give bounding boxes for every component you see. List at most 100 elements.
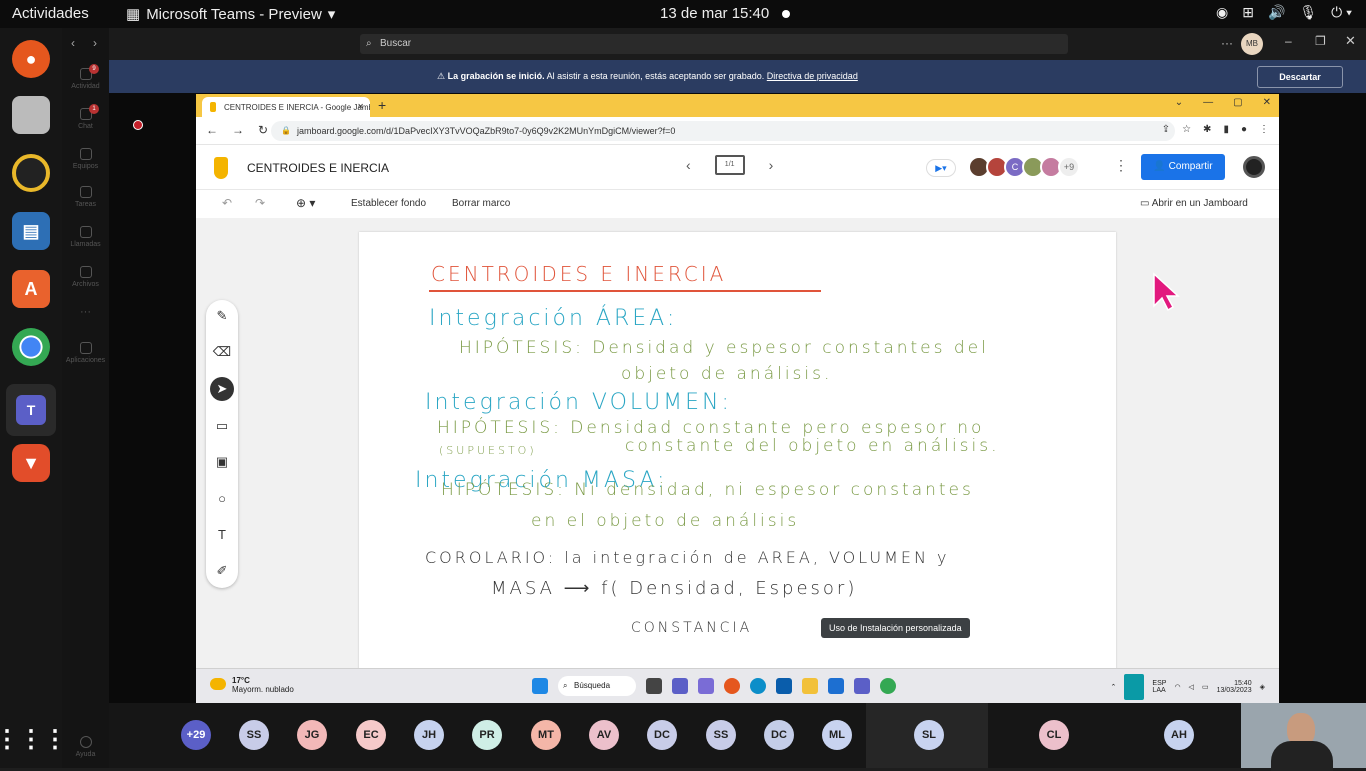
copilot-icon[interactable] <box>698 678 714 694</box>
frame-counter[interactable]: 1/1 <box>714 155 745 175</box>
mail-icon[interactable] <box>828 678 844 694</box>
volume-icon[interactable]: ◁ <box>1189 683 1194 691</box>
teams-dock-icon[interactable]: T <box>6 384 56 436</box>
rail-more[interactable]: ··· <box>62 306 109 318</box>
prev-frame-icon[interactable]: ‹ <box>686 157 691 173</box>
more-options-icon[interactable]: ⋮ <box>1114 157 1128 174</box>
image-icon[interactable]: ▣ <box>210 450 234 474</box>
participant-avatar[interactable]: AV <box>589 720 619 750</box>
clear-frame-button[interactable]: Borrar marco <box>452 198 510 209</box>
system-tray[interactable]: ◉ ⊞ 🔊 🎙 ⏻ ▾ <box>1216 4 1352 21</box>
jam-title[interactable]: CENTROIDES E INERCIA <box>247 161 389 175</box>
collaborator-avatars[interactable]: C +9 <box>968 156 1080 178</box>
forward-icon[interactable]: → <box>232 123 244 137</box>
maximize-icon[interactable]: ❐ <box>1315 34 1326 48</box>
dismiss-button[interactable]: Descartar <box>1257 66 1343 88</box>
participant-avatar[interactable]: +29 <box>181 720 211 750</box>
minimize-icon[interactable]: – <box>1285 34 1292 48</box>
battery-icon[interactable]: ▭ <box>1202 683 1209 691</box>
rail-activity[interactable]: 9 Actividad <box>62 64 109 90</box>
select-icon[interactable]: ➤ <box>210 377 234 401</box>
back-icon[interactable]: ← <box>206 123 218 137</box>
participant-avatar[interactable]: DC <box>764 720 794 750</box>
zoom-icon[interactable]: ⊕ ▾ <box>296 196 315 210</box>
laser-icon[interactable]: ✐ <box>210 559 234 583</box>
rhythmbox-icon[interactable] <box>12 154 50 192</box>
forward-icon[interactable]: › <box>93 36 97 50</box>
taskbar-search[interactable]: ⌕ Búsqueda <box>558 676 636 696</box>
participant-avatar[interactable]: AH <box>1164 720 1194 750</box>
redo-icon[interactable]: ↷ <box>255 196 265 210</box>
account-avatar[interactable] <box>1243 156 1265 178</box>
mic-icon[interactable] <box>1124 674 1145 700</box>
rail-tasks[interactable]: Tareas <box>62 186 109 208</box>
rail-teams[interactable]: Equipos <box>62 148 109 170</box>
chrome-icon[interactable] <box>880 678 896 694</box>
set-background-button[interactable]: Establecer fondo <box>351 198 426 209</box>
more-icon[interactable]: ··· <box>1221 36 1233 50</box>
sticky-note-icon[interactable]: ▭ <box>210 414 234 438</box>
start-icon[interactable] <box>532 678 548 694</box>
rail-files[interactable]: Archivos <box>62 266 109 288</box>
tab-close-icon[interactable]: ✕ <box>357 102 364 111</box>
minimize-icon[interactable]: — <box>1203 97 1213 108</box>
writer-icon[interactable]: ▤ <box>12 212 50 250</box>
participant-avatar[interactable]: DC <box>647 720 677 750</box>
profile-icon[interactable]: ● <box>1241 124 1247 135</box>
participant-avatar[interactable]: SL <box>914 720 944 750</box>
taskbar-tray[interactable]: ⌃ ESP LAA ◠ ◁ ▭ 15:40 13/03/2023 ◈ <box>1111 674 1265 700</box>
participant-avatar[interactable]: ML <box>822 720 852 750</box>
text-box-icon[interactable]: T <box>210 523 234 547</box>
wifi-icon[interactable]: ◠ <box>1174 683 1180 691</box>
back-icon[interactable]: ‹ <box>71 36 75 50</box>
new-tab-button[interactable]: + <box>378 97 386 113</box>
mic-icon[interactable]: 🎙 <box>1299 4 1317 21</box>
self-video[interactable] <box>1241 703 1366 771</box>
menu-icon[interactable]: ⋮ <box>1259 124 1269 135</box>
files-icon[interactable] <box>12 96 50 134</box>
open-in-jamboard-button[interactable]: ▭ Abrir en un Jamboard <box>1140 198 1248 209</box>
eraser-icon[interactable]: ⌫ <box>210 340 234 364</box>
explorer-icon[interactable] <box>802 678 818 694</box>
power-icon[interactable]: ⏻ ▾ <box>1331 4 1352 21</box>
edge-icon[interactable] <box>750 678 766 694</box>
meet-button[interactable]: ▶▾ <box>926 159 956 177</box>
undo-icon[interactable]: ↶ <box>222 196 232 210</box>
share-icon[interactable]: ⇪ <box>1162 124 1170 135</box>
participant-avatar[interactable]: JG <box>297 720 327 750</box>
address-bar[interactable]: 🔒 jamboard.google.com/d/1DaPvecIXY3TvVOQa… <box>271 121 1175 141</box>
rail-calls[interactable]: Llamadas <box>62 226 109 248</box>
rail-help[interactable]: Ayuda <box>62 736 109 758</box>
participant-avatar[interactable]: MT <box>531 720 561 750</box>
rail-apps[interactable]: Aplicaciones <box>62 342 109 364</box>
teams-search-input[interactable]: ⌕ Buscar <box>360 34 1068 54</box>
reload-icon[interactable]: ↻ <box>258 123 268 137</box>
close-icon[interactable]: ✕ <box>1345 33 1356 49</box>
participant-avatar[interactable]: SS <box>239 720 269 750</box>
close-icon[interactable]: ✕ <box>1263 97 1271 108</box>
participant-avatar[interactable]: PR <box>472 720 502 750</box>
pen-icon[interactable]: ✎ <box>210 304 234 328</box>
participant-avatar[interactable]: CL <box>1039 720 1069 750</box>
brave-icon[interactable]: ▼ <box>12 444 50 482</box>
language[interactable]: ESP LAA <box>1152 680 1166 694</box>
taskview-icon[interactable] <box>646 678 662 694</box>
firefox-icon[interactable]: ● <box>12 40 50 78</box>
activities-button[interactable]: Actividades <box>12 5 89 22</box>
sidepanel-icon[interactable]: ▮ <box>1223 124 1229 135</box>
datetime[interactable]: 15:40 13/03/2023 <box>1217 680 1252 694</box>
software-store-icon[interactable]: A <box>12 270 50 308</box>
next-frame-icon[interactable]: › <box>769 157 774 173</box>
chrome-icon[interactable] <box>12 328 50 366</box>
shape-icon[interactable]: ○ <box>210 487 234 511</box>
extensions-icon[interactable]: ✱ <box>1203 124 1211 135</box>
jam-board[interactable]: CENTROIDES E INERCIA Integración ÁREA: H… <box>359 232 1180 672</box>
share-button[interactable]: 👤 Compartir <box>1141 154 1225 180</box>
weather-widget[interactable]: 17°C Mayorm. nublado <box>210 676 294 694</box>
participant-avatar[interactable]: EC <box>356 720 386 750</box>
teams-icon[interactable] <box>854 678 870 694</box>
user-avatar[interactable]: MB <box>1241 33 1263 55</box>
teams-tray-icon[interactable]: ◉ <box>1216 4 1228 21</box>
maximize-icon[interactable]: ▢ <box>1233 97 1242 108</box>
tab-search-icon[interactable]: ⌄ <box>1175 97 1183 108</box>
